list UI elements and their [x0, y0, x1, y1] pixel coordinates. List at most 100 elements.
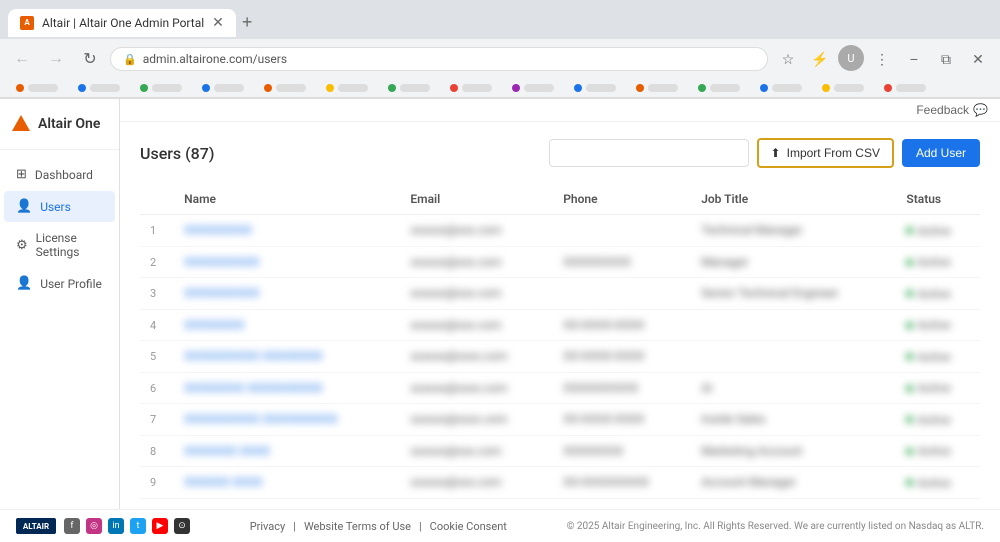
bookmark-item-11[interactable]: [690, 81, 748, 95]
table-row: 4XXXXXXXXxxxxxx@xxx.comXX-XXXX-XXXXActiv…: [140, 309, 980, 341]
tab-title: Altair | Altair One Admin Portal: [42, 16, 204, 30]
user-status: Active: [896, 309, 980, 341]
user-job-title: Technical Manager: [691, 215, 896, 247]
user-status: Active: [896, 467, 980, 499]
user-email: xxxxxx@xxx.com: [400, 278, 553, 310]
col-status: Status: [896, 184, 980, 215]
bookmark-item-2[interactable]: [132, 81, 190, 95]
terms-link[interactable]: Website Terms of Use: [304, 520, 411, 533]
active-tab[interactable]: A Altair | Altair One Admin Portal ✕: [8, 9, 236, 37]
sidebar-header: Altair One: [0, 99, 119, 150]
users-title: Users (87): [140, 144, 214, 163]
sidebar-item-user-profile[interactable]: 👤User Profile: [4, 268, 115, 299]
user-name[interactable]: XXXXXXXXX: [184, 223, 252, 237]
bookmark-item-4[interactable]: [256, 81, 314, 95]
user-phone: XX-XXXX-XXXX: [553, 341, 691, 373]
user-name[interactable]: XXXXXXXXXX: [184, 286, 259, 300]
dashboard-icon: ⊞: [16, 167, 27, 182]
bookmark-item-12[interactable]: [752, 81, 810, 95]
footer-social: f ◎ in t ▶ ⊙: [64, 518, 190, 534]
reload-btn[interactable]: ↻: [76, 45, 104, 73]
user-phone: XXXXXXXXX: [553, 246, 691, 278]
bookmark-item-14[interactable]: [876, 81, 934, 95]
bookmark-item-6[interactable]: [380, 81, 438, 95]
cookie-link[interactable]: Cookie Consent: [430, 520, 507, 533]
row-number: 8: [150, 445, 156, 458]
tab-close-btn[interactable]: ✕: [212, 15, 224, 31]
user-name[interactable]: XXXXXXXXXX XXXXXXXXXX: [184, 412, 337, 426]
table-body: 1XXXXXXXXXxxxxxx@xxx.comTechnical Manage…: [140, 215, 980, 499]
user-name[interactable]: XXXXXXXX XXXXXXXXXX: [184, 381, 322, 395]
user-name[interactable]: XXXXXXXXXX: [184, 255, 259, 269]
add-user-btn[interactable]: Add User: [902, 139, 980, 167]
user-name[interactable]: XXXXXXXXXX XXXXXXXX: [184, 349, 322, 363]
tab-favicon: A: [20, 16, 34, 30]
users-icon: 👤: [16, 199, 32, 214]
bookmark-item-1[interactable]: [70, 81, 128, 95]
star-btn[interactable]: ☆: [774, 45, 802, 73]
user-status: Active: [896, 404, 980, 436]
col-job-title: Job Title: [691, 184, 896, 215]
sidebar-item-users[interactable]: 👤 Users: [4, 191, 115, 222]
sidebar-label-license-settings: License Settings: [36, 231, 103, 259]
user-job-title: [691, 341, 896, 373]
new-tab-btn[interactable]: +: [236, 6, 259, 39]
instagram-icon[interactable]: ◎: [86, 518, 102, 534]
table-row: 3XXXXXXXXXXxxxxxx@xxx.comSenior Technica…: [140, 278, 980, 310]
sidebar-item-dashboard[interactable]: ⊞Dashboard: [4, 159, 115, 190]
bookmark-item-0[interactable]: [8, 81, 66, 95]
sidebar-item-license-settings[interactable]: ⚙License Settings: [4, 223, 115, 267]
sidebar-nav: ⊞Dashboard 👤 Users ⚙License Settings👤User P…: [0, 150, 119, 509]
address-bar[interactable]: 🔒 admin.altairone.com/users: [110, 47, 768, 71]
row-number: 5: [150, 350, 156, 363]
bookmark-item-7[interactable]: [442, 81, 500, 95]
user-phone: [553, 215, 691, 247]
twitter-icon[interactable]: t: [130, 518, 146, 534]
youtube-icon[interactable]: ▶: [152, 518, 168, 534]
table-row: 2XXXXXXXXXXxxxxxx@xxx.comXXXXXXXXXManage…: [140, 246, 980, 278]
user-status: Active: [896, 341, 980, 373]
col-phone: Phone: [553, 184, 691, 215]
user-job-title: Account Manager: [691, 467, 896, 499]
lock-icon: 🔒: [123, 53, 137, 66]
user-status: Active: [896, 435, 980, 467]
sidebar-label-users: Users: [40, 200, 71, 214]
user-job-title: Marketing Account: [691, 435, 896, 467]
github-icon[interactable]: ⊙: [174, 518, 190, 534]
altair-logo-icon: [10, 113, 32, 135]
user-job-title: Manager: [691, 246, 896, 278]
browser-actions: ☆ ⚡ U ⋮ − ⧉ ✕: [774, 45, 992, 73]
bookmark-item-8[interactable]: [504, 81, 562, 95]
back-btn[interactable]: ←: [8, 45, 36, 73]
minimize-btn[interactable]: −: [900, 45, 928, 73]
menu-btn[interactable]: ⋮: [868, 45, 896, 73]
extensions-btn[interactable]: ⚡: [806, 45, 834, 73]
linkedin-icon[interactable]: in: [108, 518, 124, 534]
privacy-link[interactable]: Privacy: [250, 520, 286, 533]
import-csv-btn[interactable]: ⬆ Import From CSV: [757, 138, 894, 168]
table-row: 1XXXXXXXXXxxxxxx@xxx.comTechnical Manage…: [140, 215, 980, 247]
feedback-btn[interactable]: Feedback 💬: [916, 103, 988, 117]
bookmark-item-3[interactable]: [194, 81, 252, 95]
user-email: xxxxxx@xxx.com: [400, 309, 553, 341]
close-btn[interactable]: ✕: [964, 45, 992, 73]
user-email: xxxxxx@xxx.com: [400, 215, 553, 247]
forward-btn[interactable]: →: [42, 45, 70, 73]
bookmark-item-10[interactable]: [628, 81, 686, 95]
footer: ALTAIR f ◎ in t ▶ ⊙ Privacy | Website Te…: [0, 509, 1000, 542]
table-row: 6XXXXXXXX XXXXXXXXXXxxxxxx@xxxx.comXXXXX…: [140, 372, 980, 404]
user-name[interactable]: XXXXXXXX: [184, 318, 244, 332]
feedback-bar: Feedback 💬: [120, 99, 1000, 122]
user-name[interactable]: XXXXXXX XXXX: [184, 444, 270, 458]
profile-avatar[interactable]: U: [838, 45, 864, 71]
bookmark-item-13[interactable]: [814, 81, 872, 95]
url-text: admin.altairone.com/users: [143, 52, 287, 66]
facebook-icon[interactable]: f: [64, 518, 80, 534]
restore-btn[interactable]: ⧉: [932, 45, 960, 73]
sidebar-logo-text: Altair One: [38, 116, 100, 132]
row-number: 3: [150, 287, 156, 300]
search-input[interactable]: [549, 139, 749, 167]
bookmark-item-5[interactable]: [318, 81, 376, 95]
user-name[interactable]: XXXXXX XXXX: [184, 475, 262, 489]
bookmark-item-9[interactable]: [566, 81, 624, 95]
